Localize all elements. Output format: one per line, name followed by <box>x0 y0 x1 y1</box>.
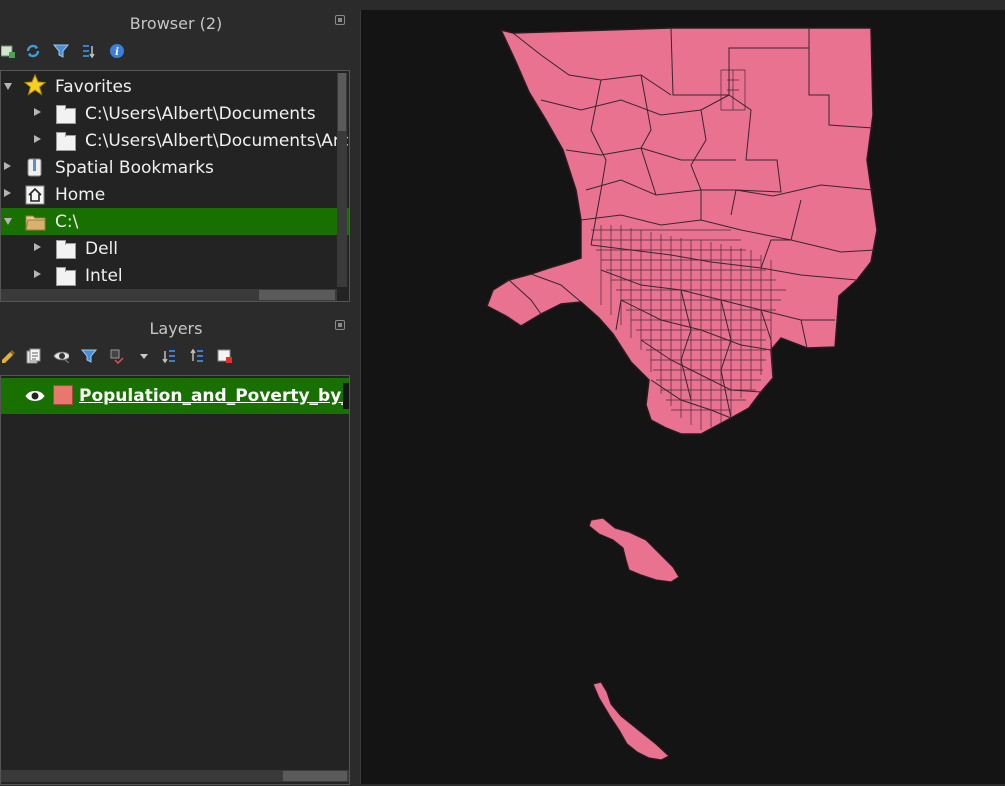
svg-text:i: i <box>115 47 119 58</box>
star-icon <box>24 74 46 96</box>
tree-item-label: Dell <box>85 239 118 259</box>
add-layer-icon[interactable] <box>0 43 16 59</box>
filter-legend-icon[interactable] <box>81 348 97 364</box>
map-canvas[interactable] <box>360 10 1005 784</box>
layer-name[interactable]: Population_and_Poverty_by_Census_Tract <box>79 386 349 406</box>
browser-tree[interactable]: Favorites C:\Users\Albert\Documents C:\U… <box>0 70 350 302</box>
browser-vertical-scrollbar[interactable] <box>337 73 347 287</box>
bookmark-icon <box>25 158 45 177</box>
folder-icon <box>55 131 76 151</box>
san-clemente-island-shape[interactable] <box>592 681 671 761</box>
tree-item-spatial-bookmarks[interactable]: Spatial Bookmarks <box>1 154 349 181</box>
chevron-right-icon[interactable] <box>34 108 41 116</box>
chevron-right-icon[interactable] <box>34 243 41 251</box>
tree-item-label: Favorites <box>55 77 132 97</box>
open-folder-icon <box>25 212 46 231</box>
home-icon <box>25 185 45 205</box>
tree-item-intel[interactable]: Intel <box>1 262 349 289</box>
style-icon[interactable] <box>0 348 16 364</box>
collapse-all-icon[interactable] <box>81 43 97 59</box>
chevron-right-icon[interactable] <box>4 162 11 170</box>
scrollbar-thumb[interactable] <box>338 73 346 131</box>
remove-layer-icon[interactable] <box>217 348 233 364</box>
chevron-right-icon[interactable] <box>34 135 41 143</box>
tree-item-label: C:\ <box>55 212 79 232</box>
tree-item-label: Spatial Bookmarks <box>55 158 214 178</box>
folder-icon <box>55 104 76 124</box>
filter-icon[interactable] <box>53 43 69 59</box>
left-dock: Browser (2) i Favorites C:\Users\Albert\… <box>0 0 352 786</box>
tree-item-documents-arcgis[interactable]: C:\Users\Albert\Documents\ArcGIS <box>1 127 350 154</box>
layer-row-edge <box>343 383 349 409</box>
chevron-right-icon[interactable] <box>4 189 11 197</box>
tree-item-dell[interactable]: Dell <box>1 235 349 262</box>
browser-float-button[interactable] <box>335 15 345 25</box>
tree-item-label: C:\Users\Albert\Documents\ArcGIS <box>85 131 350 151</box>
county-mainland-shape[interactable] <box>486 27 878 435</box>
folder-icon <box>55 266 76 286</box>
refresh-icon[interactable] <box>25 43 41 59</box>
properties-icon[interactable]: i <box>109 43 125 59</box>
map-svg <box>486 27 878 761</box>
collapse-all-icon[interactable] <box>189 348 205 364</box>
tree-item-favorites[interactable]: Favorites <box>1 73 349 100</box>
manage-visibility-icon[interactable] <box>53 348 69 364</box>
chevron-down-icon[interactable] <box>4 83 12 90</box>
dropdown-arrow-icon[interactable] <box>136 348 152 364</box>
tree-item-label: Intel <box>85 266 123 286</box>
browser-panel-title: Browser (2) <box>129 14 223 33</box>
tree-item-home[interactable]: Home <box>1 181 349 208</box>
add-group-icon[interactable] <box>25 348 41 364</box>
expand-all-icon[interactable] <box>161 348 177 364</box>
layers-float-button[interactable] <box>335 320 345 330</box>
tree-item-documents[interactable]: C:\Users\Albert\Documents <box>1 100 349 127</box>
folder-icon <box>55 239 76 259</box>
layer-item[interactable]: Population_and_Poverty_by_Census_Tract <box>1 378 349 414</box>
scrollbar-thumb[interactable] <box>283 771 347 781</box>
tree-item-label: C:\Users\Albert\Documents <box>85 104 316 124</box>
layer-symbol-icon[interactable] <box>53 385 73 405</box>
scrollbar-thumb[interactable] <box>259 290 335 300</box>
layers-tree[interactable]: Population_and_Poverty_by_Census_Tract <box>0 375 350 785</box>
layers-horizontal-scrollbar[interactable] <box>1 770 349 782</box>
tree-item-label: Home <box>55 185 106 205</box>
chevron-right-icon[interactable] <box>34 270 41 278</box>
tree-item-c-drive[interactable]: C:\ <box>1 208 349 235</box>
chevron-down-icon[interactable] <box>4 218 12 225</box>
filter-expression-icon[interactable] <box>109 348 125 364</box>
visibility-eye-icon[interactable] <box>25 388 45 407</box>
catalina-island-shape[interactable] <box>588 517 680 583</box>
layers-panel-title: Layers <box>149 319 203 338</box>
browser-horizontal-scrollbar[interactable] <box>1 289 337 301</box>
